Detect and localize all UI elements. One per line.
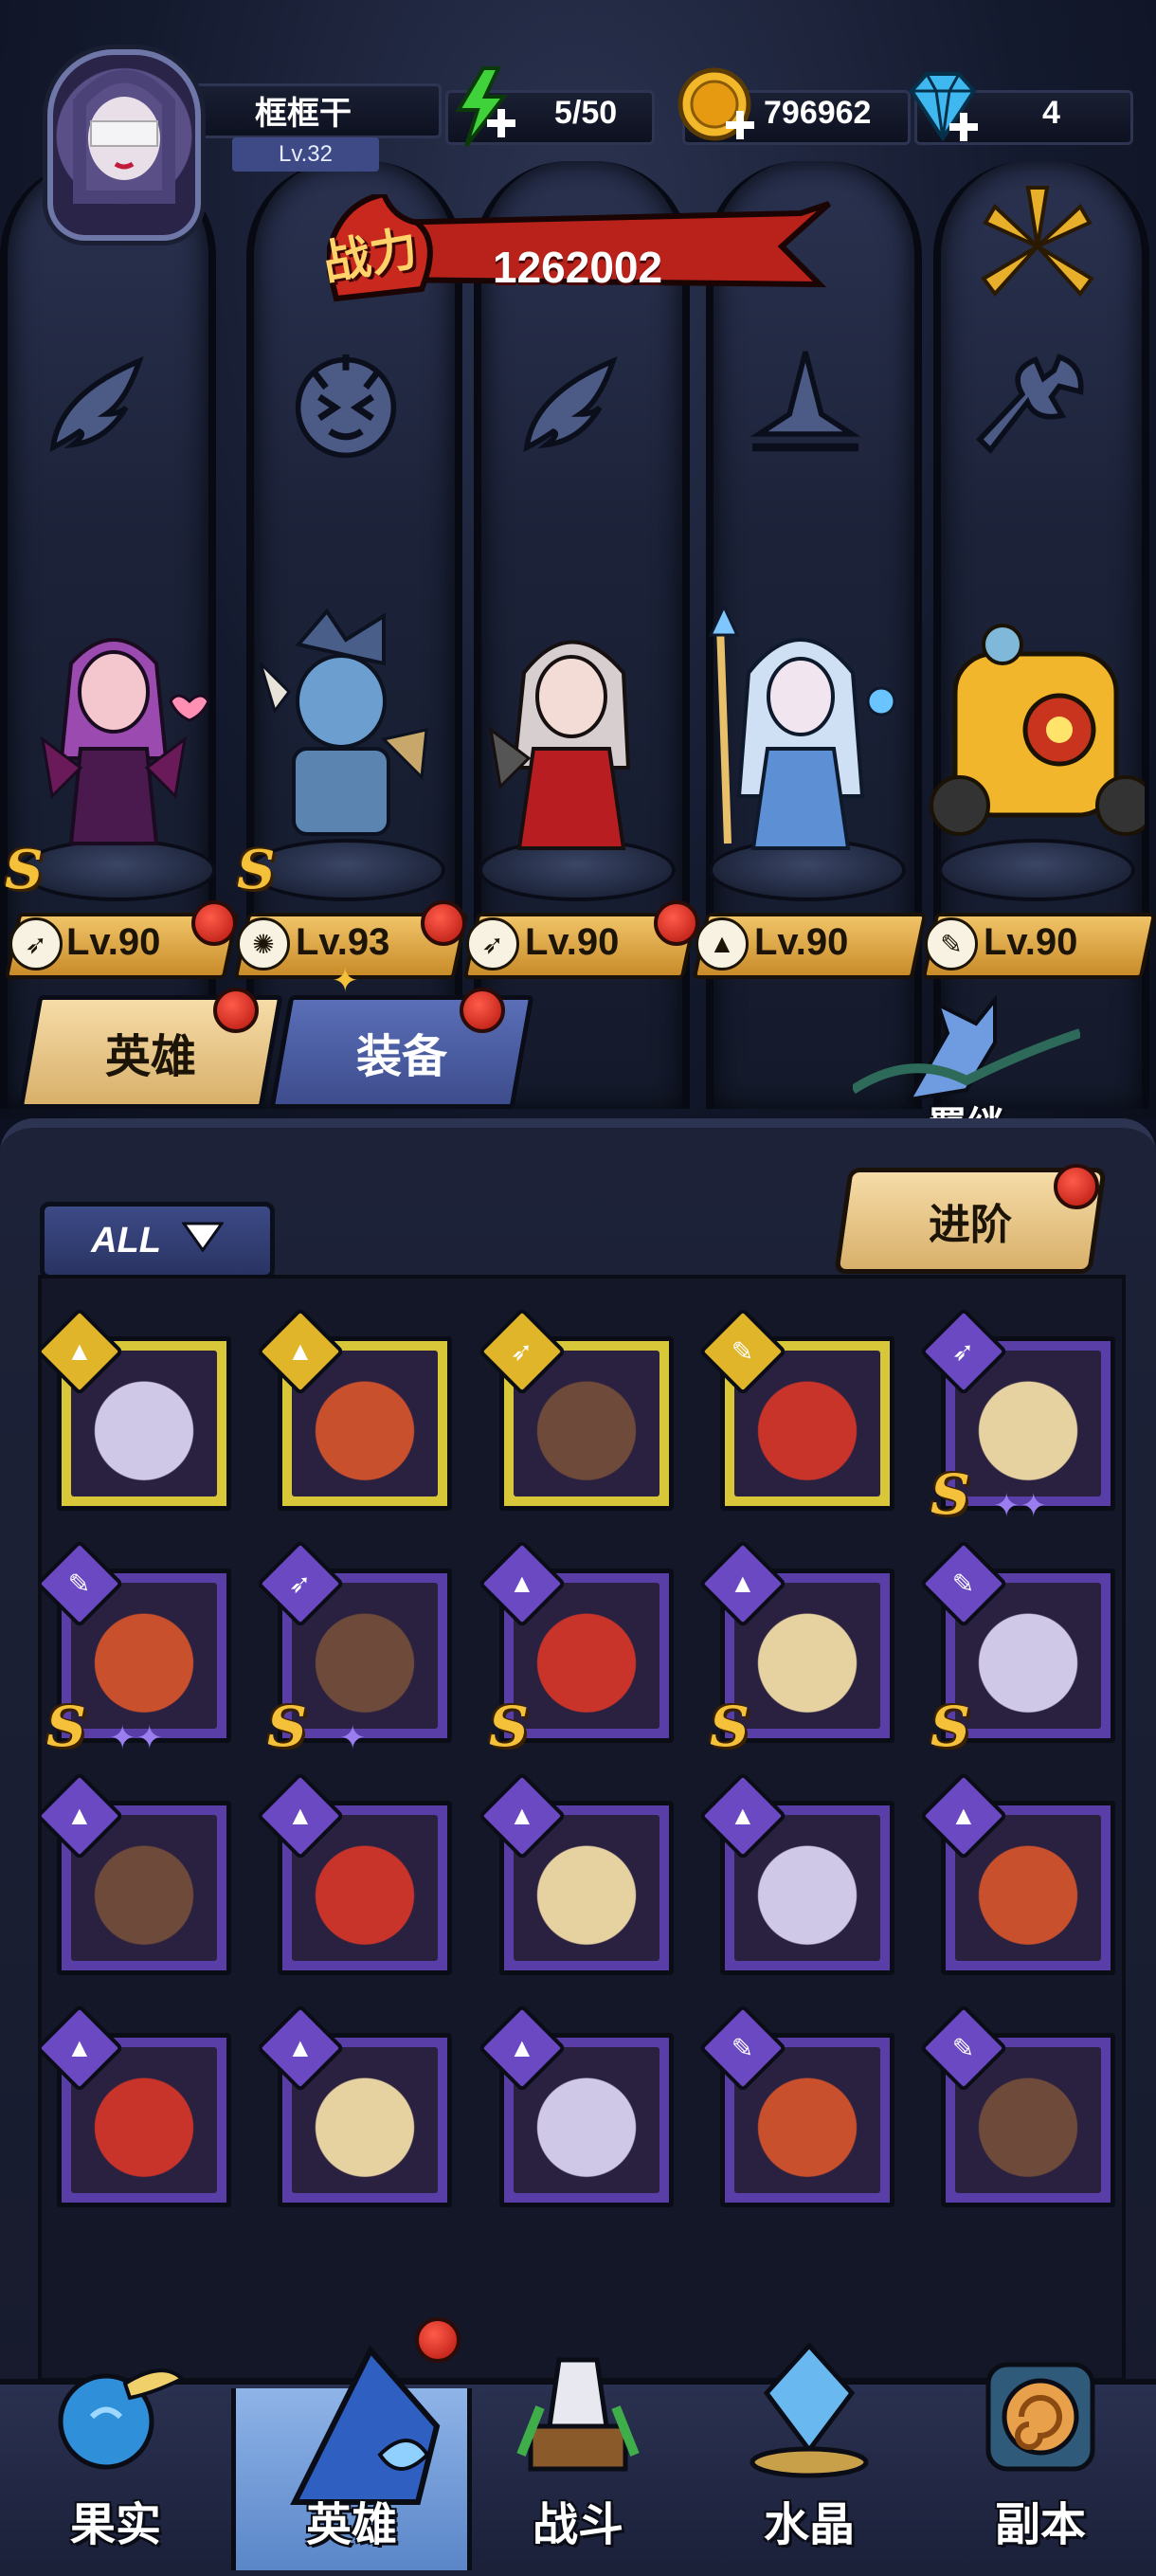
gem-value: 4: [1042, 95, 1060, 131]
crystal-icon: [733, 2341, 885, 2483]
hero-card[interactable]: ▲: [478, 1771, 674, 1975]
s-rank-badge: S: [267, 1695, 307, 1759]
notification-dot: [191, 900, 237, 946]
star-icon: ✦✦: [993, 1488, 1047, 1524]
notification-dot: [415, 2317, 461, 2363]
battle-icon: [502, 2341, 654, 2483]
notification-dot: [1054, 1164, 1099, 1209]
hero-level: Lv.90: [754, 921, 849, 963]
energy-value: 5/50: [554, 95, 618, 131]
fruit-icon: [40, 2341, 191, 2483]
star-icon: ✦✦: [109, 1720, 163, 1756]
nav-crystal[interactable]: 水晶: [694, 2342, 925, 2570]
hero-level: Lv.90: [66, 921, 161, 963]
hero-card[interactable]: ▲: [35, 1771, 231, 1975]
nav-crystal-label: 水晶: [763, 2500, 855, 2550]
hat-icon: ▲: [695, 917, 749, 971]
hero-level: Lv.93: [296, 921, 390, 963]
wrench-icon: ✎: [925, 917, 978, 971]
filter-dropdown[interactable]: ALL: [40, 1202, 275, 1279]
hero-card[interactable]: ▲ S: [478, 1539, 674, 1759]
notification-dot: [213, 988, 259, 1033]
hero-card[interactable]: ➶ S ✦: [256, 1539, 452, 1759]
star-icon: ✦: [339, 1720, 367, 1756]
hero-card[interactable]: ✎: [919, 2004, 1115, 2207]
nav-dungeon-label: 副本: [994, 2500, 1086, 2550]
hero-card[interactable]: ▲: [698, 1771, 894, 1975]
player-level: Lv.32: [232, 137, 379, 172]
notification-dot: [460, 988, 505, 1033]
nav-heroes[interactable]: 英雄: [231, 2345, 472, 2570]
lineup-hero-vampire[interactable]: [472, 607, 671, 862]
lineup-hero-mech[interactable]: [927, 607, 1156, 862]
tab-heroes-label: 英雄: [104, 1032, 196, 1082]
hero-card[interactable]: ✎: [698, 1307, 894, 1511]
wizard-hat-icon: [276, 2341, 441, 2505]
s-rank-badge: S: [46, 1695, 86, 1759]
hero-card[interactable]: ➶ S ✦✦: [919, 1307, 1115, 1527]
beast-icon: ✺: [237, 917, 290, 971]
nav-heroes-label: 英雄: [305, 2500, 397, 2550]
hero-card[interactable]: ▲ S: [698, 1539, 894, 1759]
hero-card[interactable]: ✎: [698, 2004, 894, 2207]
notification-dot: [421, 900, 466, 946]
hero-level: Lv.90: [984, 921, 1078, 963]
nav-battle[interactable]: 战斗: [462, 2350, 694, 2570]
lineup-hero-ice-mage[interactable]: [701, 603, 900, 862]
beast-emblem-icon: [280, 341, 412, 474]
power-value: 1262002: [493, 243, 663, 292]
hero-card[interactable]: ▲: [478, 2004, 674, 2207]
tab-equipment-label: 装备: [355, 1032, 447, 1082]
diamond-add-icon[interactable]: [900, 66, 985, 147]
lineup-hero-troll[interactable]: [242, 607, 441, 862]
hero-card[interactable]: ▲: [256, 2004, 452, 2207]
advance-label: 进阶: [929, 1202, 1012, 1248]
s-rank-badge: S: [5, 839, 44, 901]
hero-level: Lv.90: [525, 921, 620, 963]
hero-card[interactable]: ▲: [256, 1307, 452, 1511]
filter-label: ALL: [91, 1220, 161, 1261]
energy-add-icon[interactable]: [445, 64, 521, 150]
hero-card[interactable]: ▲: [919, 1771, 1115, 1975]
wrench-emblem-icon: [966, 341, 1099, 474]
lineup-hero-succubus[interactable]: [14, 607, 213, 862]
wing-icon: ➶: [466, 917, 519, 971]
gold-value: 796962: [764, 95, 872, 131]
wing-emblem-icon: [33, 341, 166, 474]
nav-dungeon[interactable]: 副本: [925, 2350, 1156, 2570]
star-icon: ✦: [332, 963, 359, 999]
gold-coin-add-icon[interactable]: [675, 63, 760, 148]
dungeon-icon: [965, 2341, 1116, 2483]
nav-fruit[interactable]: 果实: [0, 2350, 231, 2570]
hero-card[interactable]: ▲: [35, 1307, 231, 1511]
wing-icon: ➶: [9, 917, 63, 971]
nav-fruit-label: 果实: [69, 2500, 161, 2550]
s-rank-badge: S: [710, 1695, 750, 1759]
settings-flower-icon[interactable]: [976, 180, 1099, 313]
hero-card[interactable]: ✎ S ✦✦: [35, 1539, 231, 1759]
hero-card[interactable]: ▲: [256, 1771, 452, 1975]
player-avatar[interactable]: [47, 49, 201, 241]
chevron-down-icon: [181, 1221, 225, 1261]
notification-dot: [654, 900, 699, 946]
s-rank-badge: S: [489, 1695, 529, 1759]
player-name: 框框干: [255, 96, 352, 132]
hero-card[interactable]: ➶: [478, 1307, 674, 1511]
s-rank-badge: S: [930, 1695, 970, 1759]
nav-battle-label: 战斗: [532, 2500, 623, 2550]
s-rank-badge: S: [930, 1462, 970, 1527]
hero-card[interactable]: ✎ S: [919, 1539, 1115, 1759]
s-rank-badge: S: [237, 839, 276, 901]
hero-card[interactable]: ▲: [35, 2004, 231, 2207]
wing-emblem-icon: [507, 341, 640, 474]
hat-emblem-icon: [739, 341, 872, 474]
